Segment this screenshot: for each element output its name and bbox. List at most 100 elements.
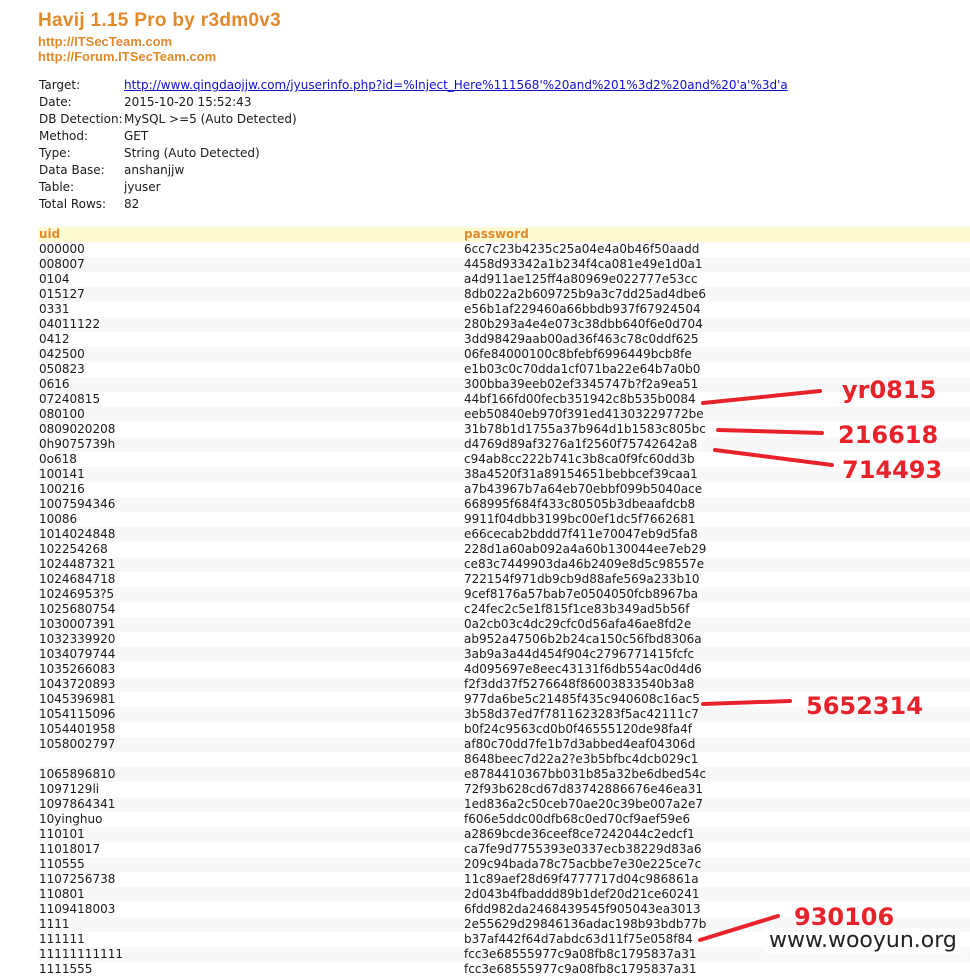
- uid-cell: 1054401958: [39, 722, 116, 736]
- uid-cell: [38, 752, 464, 767]
- password-cell: d4769d89af3276a1f2560f75742642a8: [464, 437, 698, 451]
- table-row: 008007 4458d93342a1b234f4ca081e49e1d0a1: [38, 257, 970, 272]
- password-cell: 11c89aef28d69f4777717d04c986861a: [464, 872, 699, 886]
- uid-cell: 0h9075739h: [39, 437, 116, 451]
- report-header: Havij 1.15 Pro by r3dm0v3 http://ITSecTe…: [38, 8, 281, 64]
- uid-cell: 1034079744: [39, 647, 116, 661]
- info-value: http://www.qingdaojjw.com/jyuserinfo.php…: [124, 77, 788, 94]
- annotation-label: 216618: [838, 421, 939, 449]
- password-cell: 6fdd982da2468439545f905043ea3013: [464, 902, 701, 916]
- info-value: 2015-10-20 15:52:43: [124, 95, 252, 109]
- password-cell: ca7fe9d7755393e0337ecb38229d83a6: [464, 842, 702, 856]
- uid-cell: 1097129li: [39, 782, 100, 796]
- password-cell: c24fec2c5e1f815f1ce83b349ad5b56f: [464, 602, 690, 616]
- info-key: Total Rows:: [39, 197, 107, 211]
- table-row: 1034079744 3ab9a3a44d454f904c2796771415fc…: [38, 647, 970, 662]
- table-row: 1007594346 668995f684f433c80505b3dbeaafdc…: [38, 497, 970, 512]
- password-cell: e8784410367bb031b85a32be6dbed54c: [464, 767, 707, 781]
- table-row: 1097864341 1ed836a2c50ceb70ae20c39be007a2…: [38, 797, 970, 812]
- uid-cell: 1014024848: [39, 527, 116, 541]
- table-row: 1111555 fcc3e68555977c9a08fb8c1795837a31: [38, 962, 970, 977]
- uid-cell: 1043720893: [39, 677, 116, 691]
- uid-cell: 1025680754: [39, 602, 116, 616]
- uid-cell: 1107256738: [39, 872, 116, 886]
- info-key: Date:: [39, 95, 72, 109]
- info-row: Type: String (Auto Detected): [39, 145, 788, 162]
- table-row: 110555 209c94bada78c75acbbe7e30e225ce7c: [38, 857, 970, 872]
- info-value: 82: [124, 197, 140, 211]
- uid-cell: 000000: [39, 242, 85, 256]
- table-row: 100216 a7b43967b7a64eb70ebbf099b5040ace: [38, 482, 970, 497]
- table-row: 10246953?5 9cef8176a57bab7e0504050fcb8967…: [38, 587, 970, 602]
- uid-cell: 1111555: [39, 962, 93, 976]
- table-row: 0o618 c94ab8cc222b741c3b8ca0f9fc60dd3b: [38, 452, 970, 467]
- password-cell: 228d1a60ab092a4a60b130044ee7eb29: [464, 542, 707, 556]
- uid-cell: 1024487321: [39, 557, 116, 571]
- table-row: 1032339920 ab952a47506b2b24ca150c56fbd830…: [38, 632, 970, 647]
- uid-cell: 110801: [39, 887, 85, 901]
- uid-cell: 1024684718: [39, 572, 116, 586]
- app-title: Havij 1.15 Pro by r3dm0v3: [38, 10, 282, 31]
- password-cell: fcc3e68555977c9a08fb8c1795837a31: [464, 962, 697, 976]
- info-key: Table:: [39, 180, 75, 194]
- password-cell: 300bba39eeb02ef3345747b?f2a9ea51: [464, 377, 699, 391]
- target-url-link[interactable]: http://www.qingdaojjw.com/jyuserinfo.php…: [124, 78, 788, 92]
- uid-cell: 042500: [39, 347, 85, 361]
- table-row: 050823 e1b03c0c70dda1cf071ba22e64b7a0b0: [38, 362, 970, 377]
- uid-cell: 102254268: [39, 542, 108, 556]
- password-cell: 8db022a2b609725b9a3c7dd25ad4dbe6: [464, 287, 707, 301]
- table-row: 1065896810 e8784410367bb031b85a32be6dbed5…: [38, 767, 970, 782]
- table-row: 10yinghuo f606e5ddc00dfb68c0ed70cf9aef59e…: [38, 812, 970, 827]
- password-cell: a2869bcde36ceef8ce7242044c2edcf1: [464, 827, 695, 841]
- password-cell: b37af442f64d7abdc63d11f75e058f84: [464, 932, 693, 946]
- uid-cell: 080100: [39, 407, 85, 421]
- table-row: 000000 6cc7c23b4235c25a04e4a0b46f50aadd: [38, 242, 970, 257]
- table-row: 1024487321 ce83c7449903da46b2409e8d5c9855…: [38, 557, 970, 572]
- password-cell: a4d911ae125ff4a80969e022777e53cc: [464, 272, 698, 286]
- uid-cell: 07240815: [39, 392, 101, 406]
- uid-cell: 1065896810: [39, 767, 116, 781]
- column-header-password: password: [464, 227, 529, 241]
- password-cell: e66cecab2bddd7f411e70047eb9d5fa8: [464, 527, 698, 541]
- password-cell: 44bf166fd00fecb351942c8b535b0084: [464, 392, 696, 406]
- password-cell: 4458d93342a1b234f4ca081e49e1d0a1: [464, 257, 703, 271]
- password-cell: eeb50840eb970f391ed41303229772be: [464, 407, 704, 421]
- forum-link[interactable]: http://Forum.ITSecTeam.com: [38, 49, 281, 64]
- info-value: String (Auto Detected): [124, 146, 260, 160]
- table-row: 0104 a4d911ae125ff4a80969e022777e53cc: [38, 272, 970, 287]
- annotation-label: 5652314: [806, 692, 923, 720]
- info-value: anshanjjw: [124, 163, 185, 177]
- table-row: 1035266083 4d095697e8eec43131f6db554ac0d4…: [38, 662, 970, 677]
- password-cell: b0f24c9563cd0b0f46555120de98fa4f: [464, 722, 692, 736]
- password-cell: 1ed836a2c50ceb70ae20c39be007a2e7: [464, 797, 704, 811]
- table-row: 100141 38a4520f31a89154651bebbcef39caa1: [38, 467, 970, 482]
- uid-cell: 0331: [39, 302, 70, 316]
- uid-cell: 0809020208: [39, 422, 116, 436]
- password-cell: 72f93b628cd67d83742886676e46ea31: [464, 782, 704, 796]
- password-cell: af80c70dd7fe1b7d3abbed4eaf04306d: [464, 737, 696, 751]
- password-cell: a7b43967b7a64eb70ebbf099b5040ace: [464, 482, 703, 496]
- password-cell: e56b1af229460a66bbdb937f67924504: [464, 302, 701, 316]
- password-cell: 4d095697e8eec43131f6db554ac0d4d6: [464, 662, 702, 676]
- password-cell: 3dd98429aab00ad36f463c78c0ddf625: [464, 332, 699, 346]
- uid-cell: 10yinghuo: [39, 812, 103, 826]
- info-value: GET: [124, 129, 149, 143]
- info-value: jyuser: [124, 180, 161, 194]
- table-row: 04011122 280b293a4e4e073c38dbb640f6e0d704: [38, 317, 970, 332]
- password-cell: 06fe84000100c8bfebf6996449bcb8fe: [464, 347, 692, 361]
- scan-info: Target: http://www.qingdaojjw.com/jyuseri…: [39, 77, 788, 213]
- uid-cell: 110101: [39, 827, 85, 841]
- uid-cell: 1045396981: [39, 692, 116, 706]
- uid-cell: 0104: [39, 272, 70, 286]
- password-cell: 2e55629d29846136adac198b93bdb77b: [464, 917, 707, 931]
- itsecteam-link[interactable]: http://ITSecTeam.com: [38, 34, 281, 49]
- uid-cell: 008007: [39, 257, 85, 271]
- uid-cell: 015127: [39, 287, 85, 301]
- info-key: DB Detection:: [39, 112, 123, 126]
- uid-cell: 100216: [39, 482, 85, 496]
- info-row: DB Detection: MySQL >=5 (Auto Detected): [39, 111, 788, 128]
- table-row: 0616 300bba39eeb02ef3345747b?f2a9ea51: [38, 377, 970, 392]
- password-cell: 38a4520f31a89154651bebbcef39caa1: [464, 467, 698, 481]
- password-cell: e1b03c0c70dda1cf071ba22e64b7a0b0: [464, 362, 701, 376]
- password-cell: ce83c7449903da46b2409e8d5c98557e: [464, 557, 705, 571]
